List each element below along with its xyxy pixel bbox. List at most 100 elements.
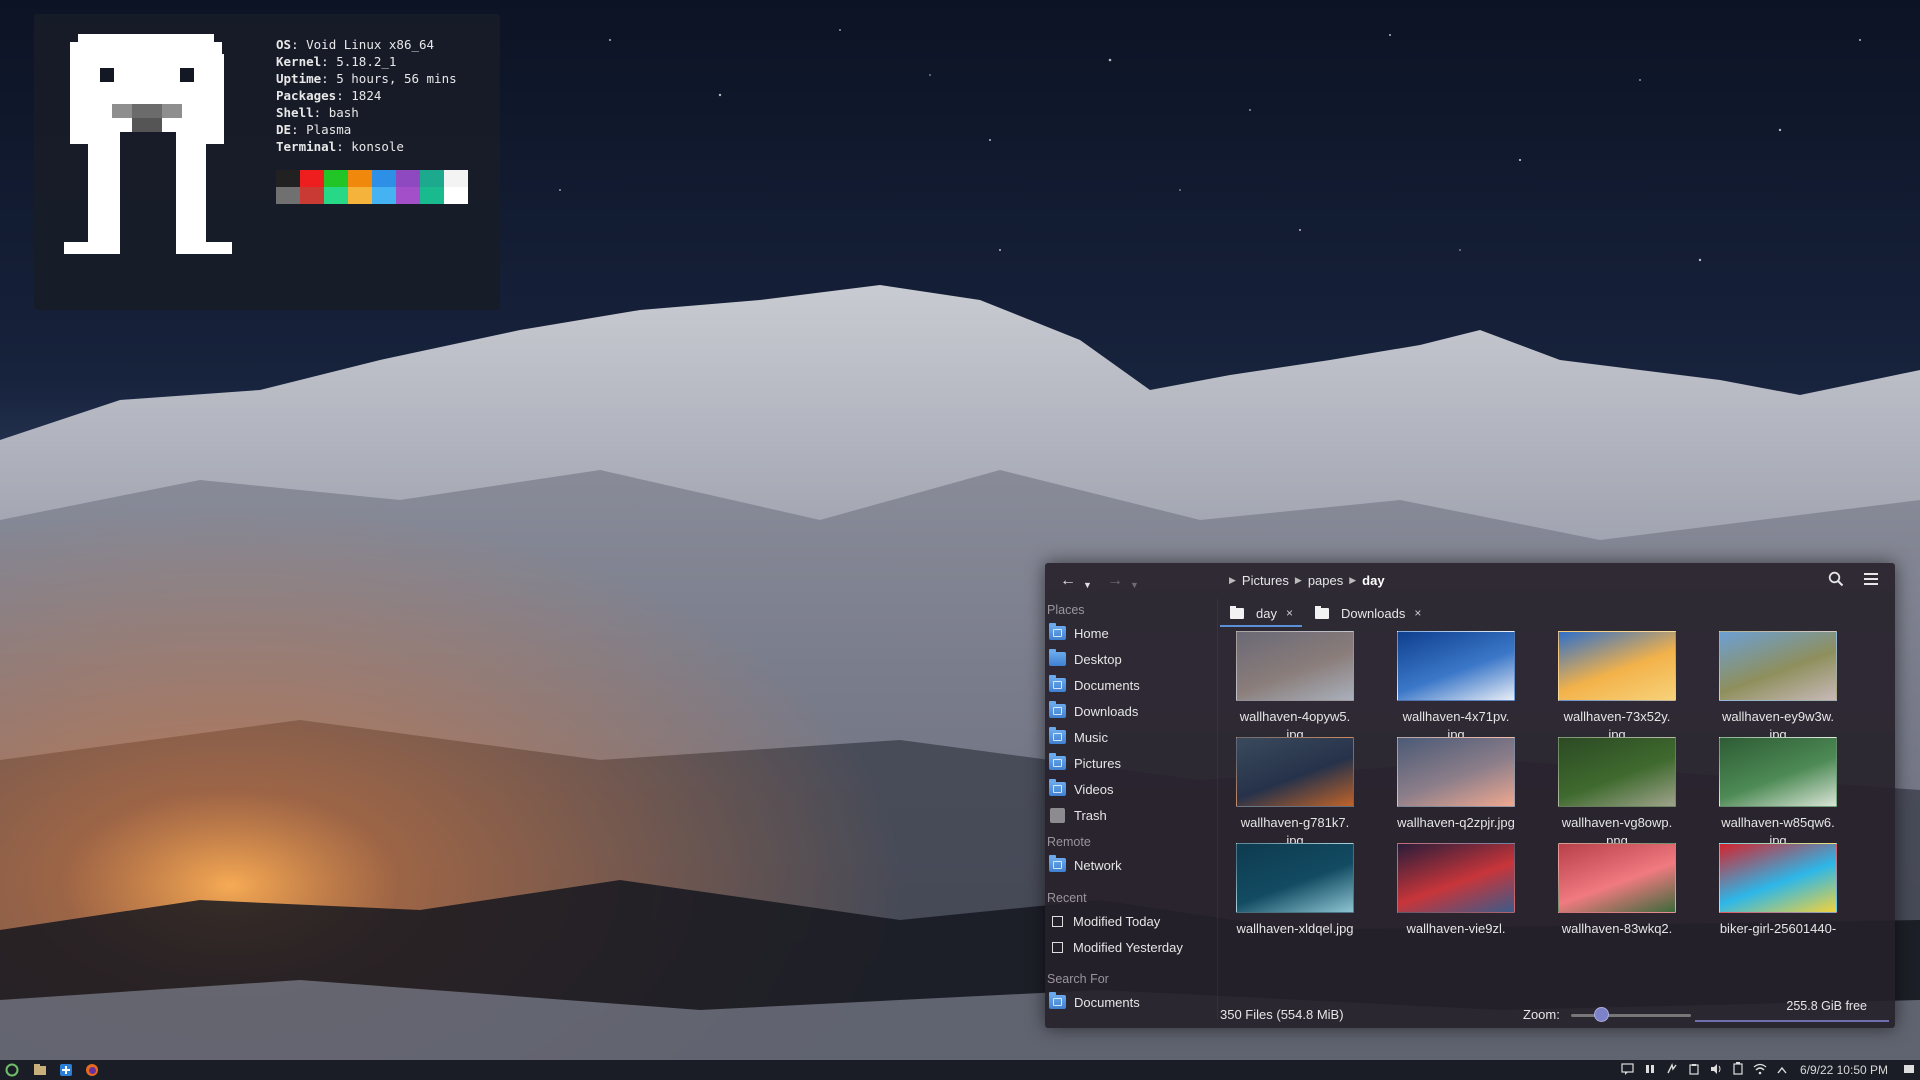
places-item-trash[interactable]: Trash xyxy=(1049,804,1107,826)
downloads-folder-icon xyxy=(1049,701,1066,718)
system-tray: 6/9/22 10:50 PM xyxy=(1616,1060,1920,1080)
places-item-modified-today[interactable]: Modified Today xyxy=(1049,910,1160,932)
close-tab-icon[interactable]: × xyxy=(1414,606,1421,620)
digital-clock[interactable]: 6/9/22 10:50 PM xyxy=(1800,1063,1888,1077)
kernel-value: 5.18.2_1 xyxy=(336,54,397,69)
os-value: Void Linux x86_64 xyxy=(306,37,435,52)
status-bar: 350 Files (554.8 MiB) Zoom: 255.8 GiB fr… xyxy=(1045,998,1895,1028)
shell-value: bash xyxy=(328,105,359,120)
file-manager-launcher-icon[interactable] xyxy=(32,1062,48,1078)
forward-arrow-icon[interactable]: → xyxy=(1107,571,1123,591)
forward-history-chevron-icon[interactable]: ▼ xyxy=(1130,575,1139,595)
places-item-label: Music xyxy=(1074,729,1108,745)
free-space-bar xyxy=(1695,1020,1889,1022)
tab-downloads[interactable]: Downloads × xyxy=(1315,601,1421,625)
palette-swatch xyxy=(444,170,468,187)
recent-section-title: Recent xyxy=(1047,891,1087,905)
battery-icon[interactable] xyxy=(1733,1062,1743,1078)
file-thumbnail[interactable] xyxy=(1236,737,1354,807)
neofetch-widget: OS: Void Linux x86_64 Kernel: 5.18.2_1 U… xyxy=(34,14,500,310)
file-thumbnail[interactable] xyxy=(1236,843,1354,913)
places-item-modified-yesterday[interactable]: Modified Yesterday xyxy=(1049,936,1183,958)
file-thumbnail[interactable] xyxy=(1397,843,1515,913)
calendar-today-icon xyxy=(1052,915,1063,927)
uptime-value: 5 hours, 56 mins xyxy=(336,71,457,86)
home-folder-icon xyxy=(1049,623,1066,640)
file-thumbnail[interactable] xyxy=(1236,631,1354,701)
hamburger-menu-icon[interactable] xyxy=(1863,571,1879,593)
volume-icon[interactable] xyxy=(1710,1063,1723,1078)
show-desktop-icon[interactable] xyxy=(1903,1063,1915,1078)
file-manager-window[interactable]: ← ▼ → ▼ ▶ Pictures ▶ papes ▶ day Places … xyxy=(1045,563,1895,1028)
breadcrumb-separator-icon: ▶ xyxy=(1294,575,1302,585)
file-thumbnail[interactable] xyxy=(1397,631,1515,701)
file-name: biker-girl-25601440- xyxy=(1719,921,1837,936)
wifi-icon[interactable] xyxy=(1753,1063,1767,1078)
zoom-label: Zoom: xyxy=(1523,1007,1560,1022)
file-thumbnail[interactable] xyxy=(1719,737,1837,807)
file-thumbnail[interactable] xyxy=(1719,843,1837,913)
file-item[interactable]: wallhaven-83wkq2. xyxy=(1547,843,1687,938)
file-view[interactable]: wallhaven-4opyw5. jpg wallhaven-4x71pv. j… xyxy=(1225,631,1895,983)
media-player-icon[interactable] xyxy=(1644,1063,1656,1078)
places-item-desktop[interactable]: Desktop xyxy=(1049,648,1122,670)
zoom-slider-handle[interactable] xyxy=(1594,1007,1609,1022)
system-info: OS: Void Linux x86_64 Kernel: 5.18.2_1 U… xyxy=(276,37,457,154)
file-item[interactable]: wallhaven-4x71pv. jpg xyxy=(1386,631,1526,744)
pictures-folder-icon xyxy=(1049,753,1066,770)
file-name: wallhaven-q2zpjr.jpg xyxy=(1397,815,1515,830)
places-item-label: Modified Today xyxy=(1073,913,1161,929)
places-item-documents[interactable]: Documents xyxy=(1049,674,1140,696)
network-folder-icon xyxy=(1049,855,1066,872)
palette-swatch xyxy=(444,187,468,204)
places-item-label: Downloads xyxy=(1074,703,1139,719)
places-item-pictures[interactable]: Pictures xyxy=(1049,752,1121,774)
tab-day[interactable]: day × xyxy=(1230,601,1293,625)
clipboard-icon[interactable] xyxy=(1688,1063,1700,1078)
breadcrumb-item-day[interactable]: day xyxy=(1362,573,1384,588)
file-thumbnail[interactable] xyxy=(1558,843,1676,913)
tab-label: Downloads xyxy=(1341,605,1406,621)
places-item-videos[interactable]: Videos xyxy=(1049,778,1114,800)
folder-icon xyxy=(1315,605,1329,619)
back-history-chevron-icon[interactable]: ▼ xyxy=(1083,575,1092,595)
discover-launcher-icon[interactable] xyxy=(58,1062,74,1078)
firefox-launcher-icon[interactable] xyxy=(84,1062,100,1078)
notifications-icon[interactable] xyxy=(1621,1062,1634,1078)
search-icon[interactable] xyxy=(1828,571,1844,593)
palette-swatch xyxy=(372,187,396,204)
places-item-music[interactable]: Music xyxy=(1049,726,1108,748)
file-item[interactable]: wallhaven-ey9w3w. jpg xyxy=(1708,631,1848,744)
file-item[interactable]: wallhaven-g781k7. jpg xyxy=(1225,737,1365,850)
file-item[interactable]: wallhaven-73x52y. jpg xyxy=(1547,631,1687,744)
places-item-network[interactable]: Network xyxy=(1049,854,1122,876)
file-thumbnail[interactable] xyxy=(1397,737,1515,807)
breadcrumb-item-papes[interactable]: papes xyxy=(1308,573,1343,588)
file-item[interactable]: wallhaven-xldqel.jpg xyxy=(1225,843,1365,938)
file-count-status: 350 Files (554.8 MiB) xyxy=(1220,1007,1344,1022)
de-label: DE xyxy=(276,122,292,137)
file-thumbnail[interactable] xyxy=(1558,631,1676,701)
places-panel: Places Home Desktop Documents Downloads … xyxy=(1045,599,1220,1028)
file-item[interactable]: wallhaven-vg8owp. png xyxy=(1547,737,1687,850)
panel-divider[interactable] xyxy=(1217,599,1218,1019)
close-tab-icon[interactable]: × xyxy=(1286,606,1293,620)
places-item-home[interactable]: Home xyxy=(1049,622,1109,644)
os-label: OS xyxy=(276,37,292,52)
zoom-slider-track[interactable] xyxy=(1571,1014,1691,1017)
file-item[interactable]: biker-girl-25601440- xyxy=(1708,843,1848,938)
breadcrumb-item-pictures[interactable]: Pictures xyxy=(1242,573,1289,588)
back-arrow-icon[interactable]: ← xyxy=(1060,571,1076,591)
file-name: wallhaven-83wkq2. xyxy=(1561,921,1673,936)
file-thumbnail[interactable] xyxy=(1719,631,1837,701)
breadcrumb-separator-icon: ▶ xyxy=(1349,575,1357,585)
file-item[interactable]: wallhaven-q2zpjr.jpg xyxy=(1386,737,1526,832)
file-item[interactable]: wallhaven-4opyw5. jpg xyxy=(1225,631,1365,744)
places-item-downloads[interactable]: Downloads xyxy=(1049,700,1138,722)
kde-connect-icon[interactable] xyxy=(1666,1062,1678,1078)
file-thumbnail[interactable] xyxy=(1558,737,1676,807)
file-item[interactable]: wallhaven-vie9zl. xyxy=(1386,843,1526,938)
tray-expand-chevron-icon[interactable] xyxy=(1777,1063,1787,1077)
application-launcher-icon[interactable] xyxy=(4,1062,20,1078)
file-item[interactable]: wallhaven-w85qw6. jpg xyxy=(1708,737,1848,850)
